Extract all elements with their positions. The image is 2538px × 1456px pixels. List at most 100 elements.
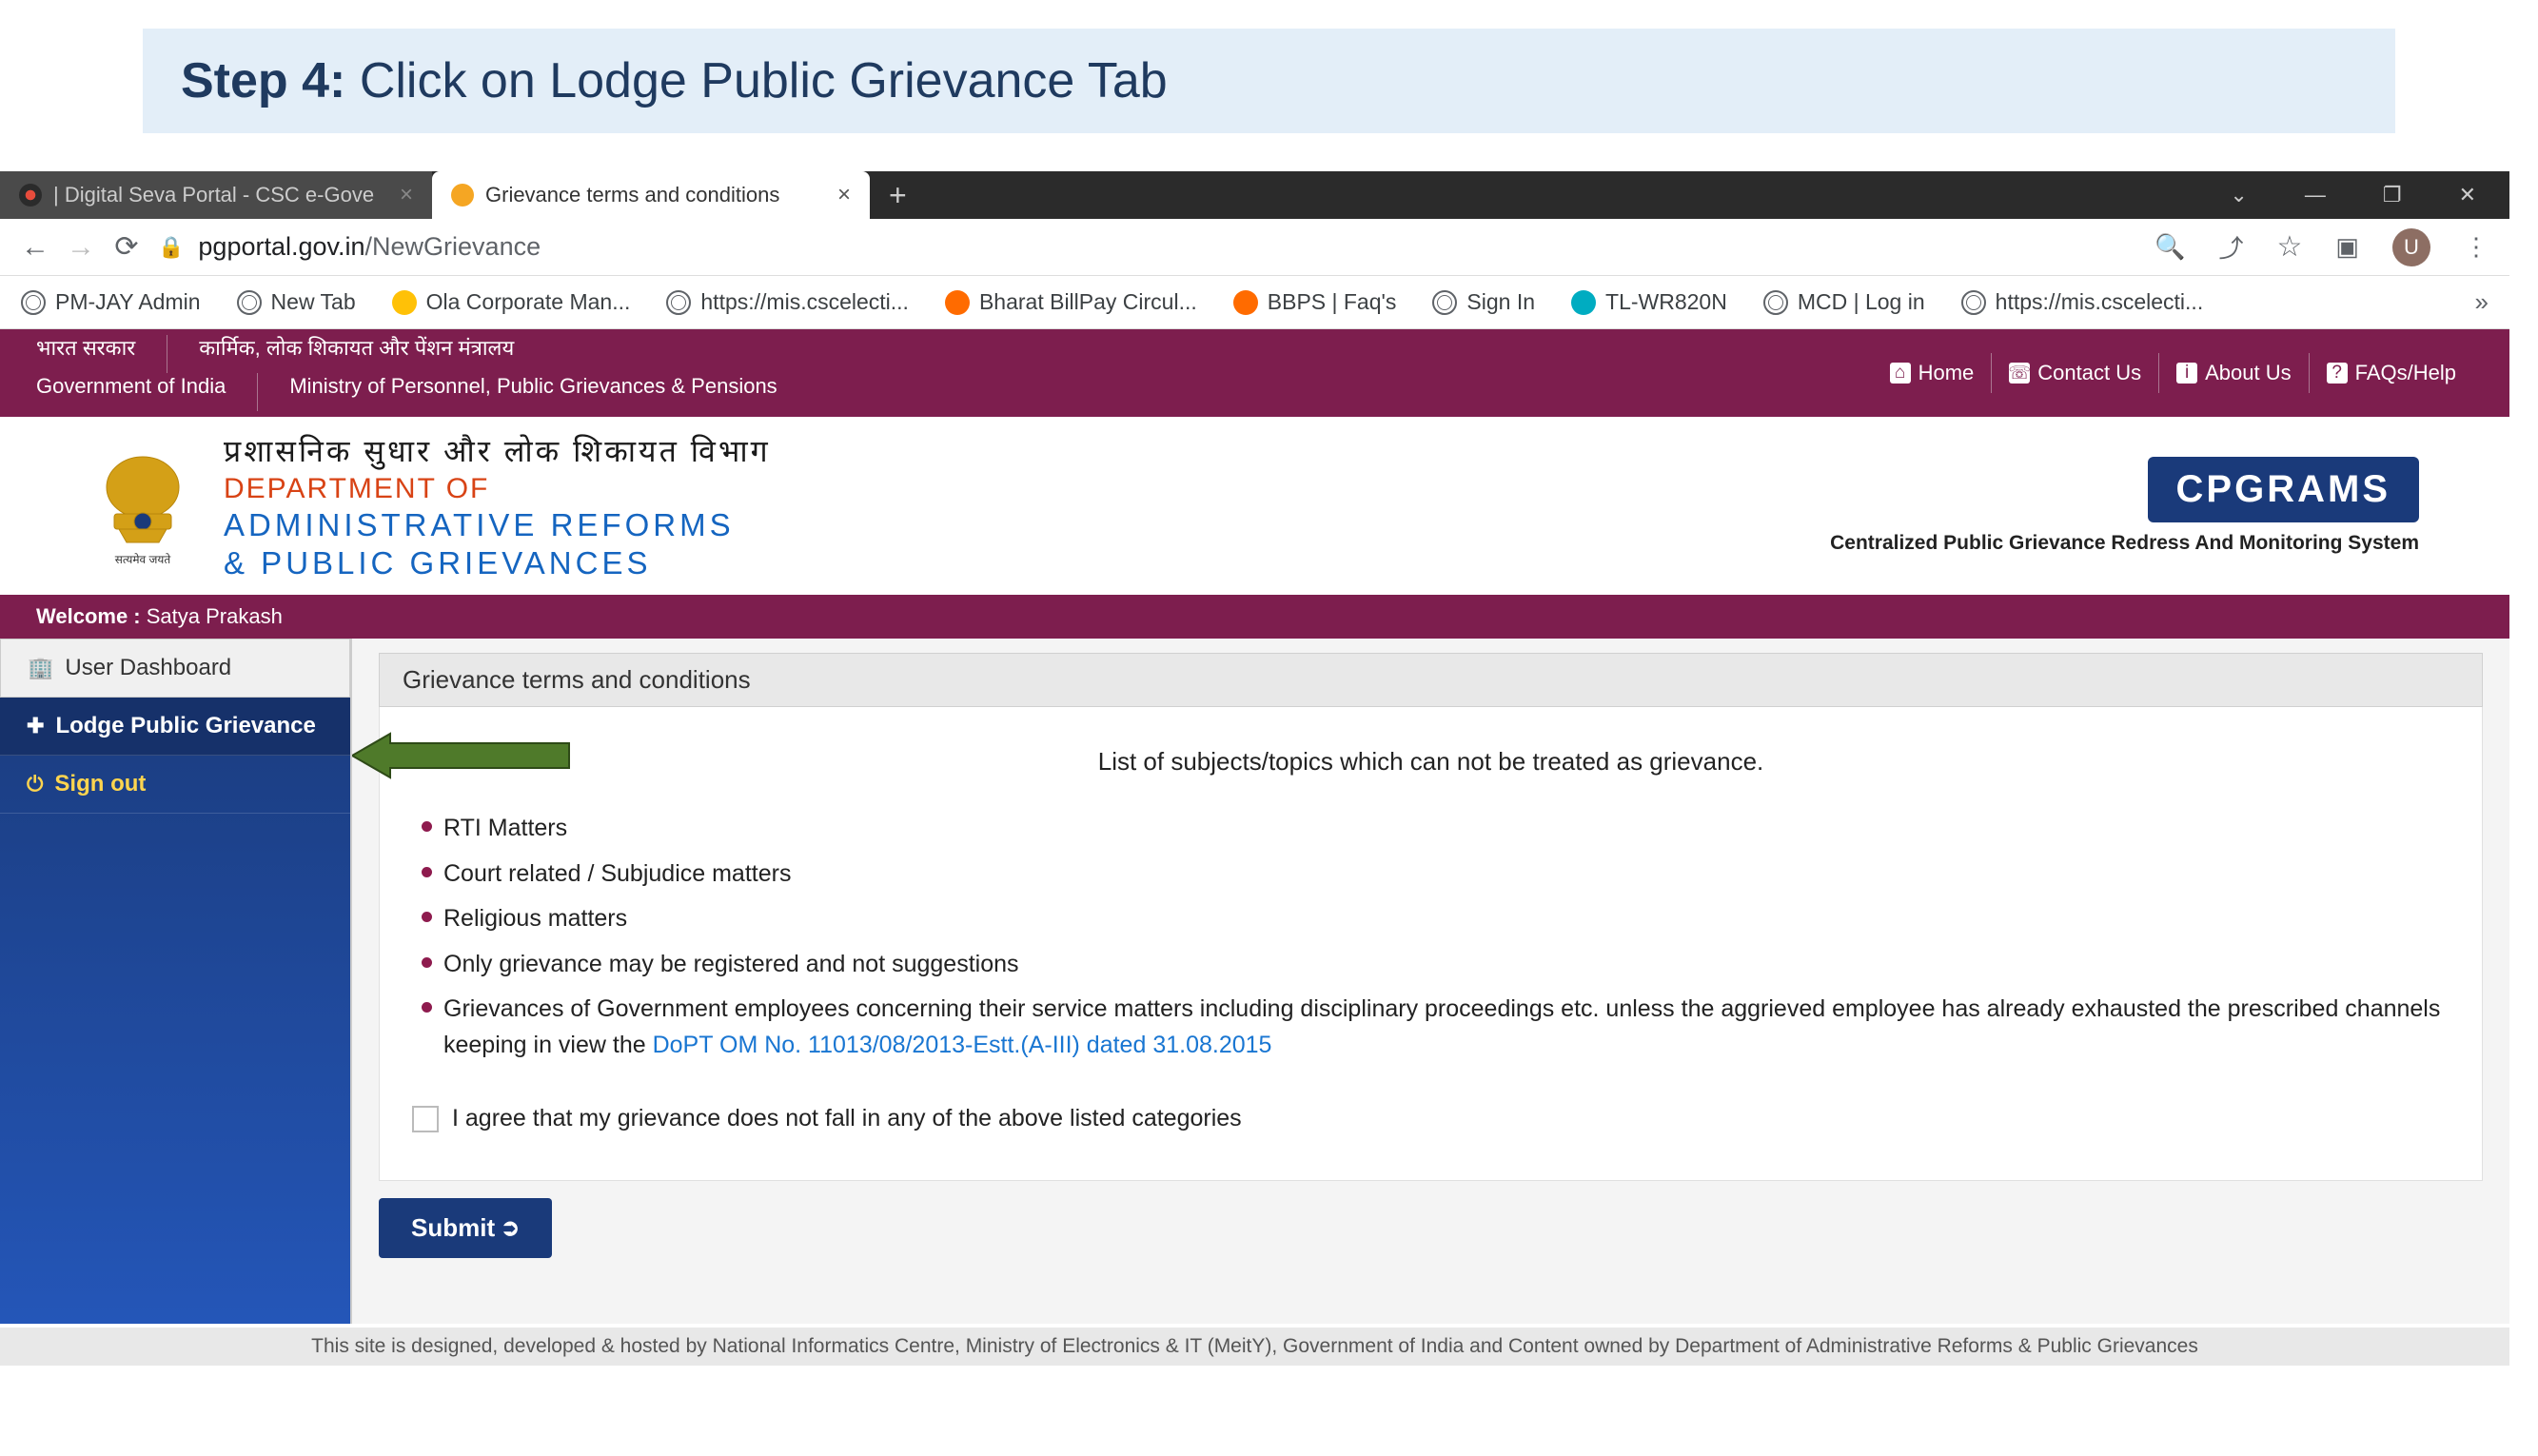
bookmark-label: MCD | Log in xyxy=(1798,289,1925,315)
bookmark-item[interactable]: PM-JAY Admin xyxy=(21,289,201,315)
panel-body: List of subjects/topics which can not be… xyxy=(379,707,2483,1181)
forward-button[interactable]: → xyxy=(67,231,95,264)
bookmark-label: https://mis.cscelecti... xyxy=(1996,289,2204,315)
bookmark-item[interactable]: Sign In xyxy=(1432,289,1535,315)
dept-line1: DEPARTMENT OF xyxy=(224,473,771,505)
tab-title: Grievance terms and conditions xyxy=(485,183,826,207)
gov-eng-1: Government of India xyxy=(36,373,226,411)
panel-subheading: List of subjects/topics which can not be… xyxy=(412,747,2449,777)
address-bar: ← → ⟳ 🔒 pgportal.gov.in/NewGrievance 🔍 ⤴… xyxy=(0,219,2509,276)
phone-icon: ☏ xyxy=(2009,363,2030,384)
sidebar-item-label: User Dashboard xyxy=(65,655,231,681)
plus-square-icon: ✚ xyxy=(27,714,44,738)
bookmark-label: https://mis.cscelecti... xyxy=(700,289,909,315)
profile-avatar[interactable]: U xyxy=(2392,228,2430,266)
bookmarks-bar: PM-JAY Admin New Tab Ola Corporate Man..… xyxy=(0,276,2509,329)
step-text: Click on Lodge Public Grievance Tab xyxy=(345,53,1167,108)
home-link[interactable]: ⌂Home xyxy=(1873,353,1992,393)
agree-checkbox[interactable] xyxy=(412,1106,439,1132)
submit-row: Submit ➲ xyxy=(379,1198,2483,1258)
faqs-link[interactable]: ? FAQs/Help xyxy=(2309,353,2473,393)
bookmark-item[interactable]: https://mis.cscelecti... xyxy=(666,289,909,315)
list-item-text: Grievances of Government employees conce… xyxy=(443,992,2449,1063)
sidebar-item-dashboard[interactable]: 🏢 User Dashboard xyxy=(0,639,350,698)
cpgrams-subtitle: Centralized Public Grievance Redress And… xyxy=(1830,532,2419,555)
url-bar[interactable]: 🔒 pgportal.gov.in/NewGrievance xyxy=(158,232,2137,262)
divider xyxy=(257,373,258,411)
list-item: Only grievance may be registered and not… xyxy=(422,947,2449,983)
bookmark-label: Sign In xyxy=(1466,289,1535,315)
bookmark-label: Ola Corporate Man... xyxy=(426,289,631,315)
back-button[interactable]: ← xyxy=(21,231,49,264)
contact-link[interactable]: ☏ Contact Us xyxy=(1991,353,2158,393)
gov-hindi-2: कार्मिक, लोक शिकायत और पेंशन मंत्रालय xyxy=(199,335,514,373)
step-banner: Step 4: Click on Lodge Public Grievance … xyxy=(143,29,2395,133)
gov-link-group: ⌂Home ☏ Contact Us iAbout Us ? FAQs/Help xyxy=(1873,353,2473,393)
menu-icon[interactable]: ⋮ xyxy=(2464,232,2489,262)
callout-arrow-icon xyxy=(352,732,571,779)
power-icon: ⏻ xyxy=(27,772,43,797)
gov-eng-2: Ministry of Personnel, Public Grievances… xyxy=(289,373,777,411)
window-controls: ⌄ ― ❐ ✕ xyxy=(2230,183,2509,207)
minimize-icon[interactable]: ― xyxy=(2305,183,2326,207)
url-text: pgportal.gov.in/NewGrievance xyxy=(198,232,541,262)
about-link[interactable]: iAbout Us xyxy=(2158,353,2309,393)
bookmark-item[interactable]: Bharat BillPay Circul... xyxy=(945,289,1197,315)
bookmark-item[interactable]: Ola Corporate Man... xyxy=(392,289,631,315)
gov-top-bar: भारत सरकार कार्मिक, लोक शिकायत और पेंशन … xyxy=(0,329,2509,417)
list-item-text: Religious matters xyxy=(443,901,2449,937)
link-label: FAQs/Help xyxy=(2355,361,2456,385)
reload-button[interactable]: ⟳ xyxy=(112,230,141,264)
maximize-icon[interactable]: ❐ xyxy=(2383,183,2402,207)
bookmark-item[interactable]: https://mis.cscelecti... xyxy=(1961,289,2204,315)
bookmarks-overflow[interactable]: » xyxy=(2475,287,2489,317)
globe-icon xyxy=(21,290,46,315)
arrow-right-circle-icon: ➲ xyxy=(501,1214,520,1242)
dopt-link[interactable]: DoPT OM No. 11013/08/2013-Estt.(A-III) d… xyxy=(653,1032,1272,1058)
extensions-icon[interactable]: ▣ xyxy=(2335,232,2359,262)
close-icon[interactable]: × xyxy=(400,182,413,208)
bookmark-item[interactable]: TL-WR820N xyxy=(1571,289,1727,315)
tab-strip: | Digital Seva Portal - CSC e-Gove × Gri… xyxy=(0,171,2509,219)
globe-icon xyxy=(1961,290,1986,315)
sidebar-item-signout[interactable]: ⏻ Sign out xyxy=(0,756,350,814)
star-icon[interactable]: ☆ xyxy=(2277,230,2303,264)
question-icon: ? xyxy=(2327,363,2348,384)
list-item: Religious matters xyxy=(422,901,2449,937)
share-icon[interactable]: ⤴ xyxy=(2219,229,2244,265)
welcome-label: Welcome : xyxy=(36,604,147,628)
globe-icon xyxy=(1432,290,1457,315)
app-icon xyxy=(392,290,417,315)
bookmark-label: New Tab xyxy=(271,289,356,315)
sidebar-item-lodge-grievance[interactable]: ✚ Lodge Public Grievance xyxy=(0,698,350,756)
home-icon: ⌂ xyxy=(1890,363,1911,384)
list-item: Grievances of Government employees conce… xyxy=(422,992,2449,1063)
svg-text:सत्यमेव जयते: सत्यमेव जयते xyxy=(115,553,172,566)
bookmark-item[interactable]: BBPS | Faq's xyxy=(1233,289,1397,315)
close-icon[interactable]: × xyxy=(837,182,851,208)
url-domain: pgportal.gov.in xyxy=(198,232,364,261)
submit-button[interactable]: Submit ➲ xyxy=(379,1198,552,1258)
bookmark-label: Bharat BillPay Circul... xyxy=(979,289,1197,315)
national-emblem-icon: सत्यमेव जयते xyxy=(90,440,195,573)
browser-tab-active[interactable]: Grievance terms and conditions × xyxy=(432,171,870,219)
step-prefix: Step 4: xyxy=(181,53,345,108)
department-header: सत्यमेव जयते प्रशासनिक सुधार और लोक शिका… xyxy=(0,417,2509,595)
bookmark-item[interactable]: MCD | Log in xyxy=(1763,289,1925,315)
sidebar-item-label: Sign out xyxy=(54,771,146,797)
new-tab-button[interactable]: + xyxy=(870,178,926,213)
sidebar: 🏢 User Dashboard ✚ Lodge Public Grievanc… xyxy=(0,639,352,1324)
dept-hindi: प्रशासनिक सुधार और लोक शिकायत विभाग xyxy=(224,430,771,471)
browser-tab-inactive[interactable]: | Digital Seva Portal - CSC e-Gove × xyxy=(0,171,432,219)
dashboard-icon: 🏢 xyxy=(28,656,53,680)
link-label: About Us xyxy=(2205,361,2292,385)
link-label: Contact Us xyxy=(2037,361,2141,385)
agree-row: I agree that my grievance does not fall … xyxy=(412,1105,2449,1132)
favicon-icon xyxy=(19,184,42,207)
bookmark-item[interactable]: New Tab xyxy=(237,289,356,315)
list-item-text: Court related / Subjudice matters xyxy=(443,856,2449,893)
window-close-icon[interactable]: ✕ xyxy=(2459,183,2476,207)
chevron-down-icon[interactable]: ⌄ xyxy=(2230,183,2247,207)
search-icon[interactable]: 🔍 xyxy=(2154,232,2185,262)
content-panel: Grievance terms and conditions List of s… xyxy=(352,639,2509,1324)
